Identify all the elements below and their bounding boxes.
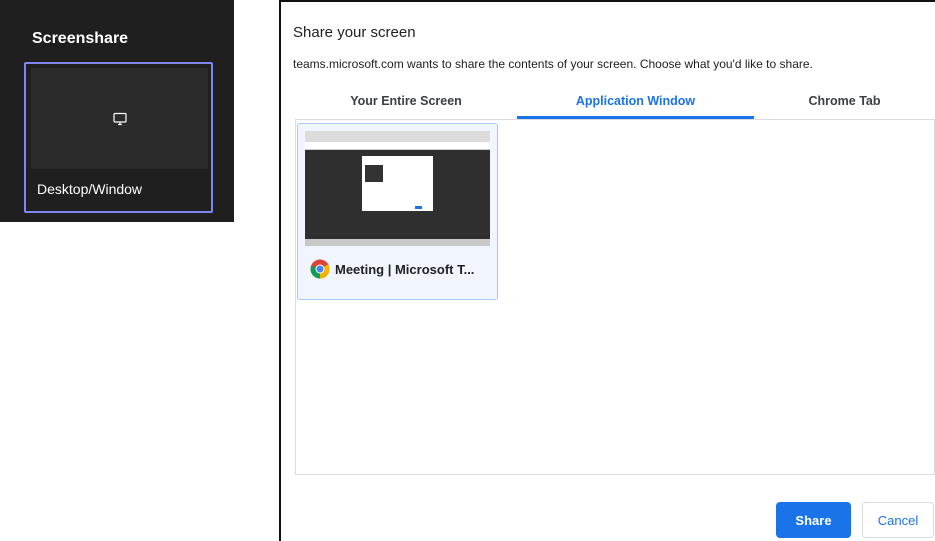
thumb-addressbar [305, 142, 490, 150]
dialog-title: Share your screen [293, 24, 416, 41]
dialog-subtitle: teams.microsoft.com wants to share the c… [293, 57, 813, 71]
desktop-window-tile[interactable]: Desktop/Window [24, 62, 213, 213]
share-screen-dialog: Share your screen teams.microsoft.com wa… [279, 0, 935, 541]
thumb-footer [305, 239, 490, 246]
chrome-icon [310, 259, 330, 279]
thumb-mini-preview [365, 165, 383, 182]
teams-screenshare-panel: Screenshare Desktop/Window [0, 0, 234, 222]
tile-label: Desktop/Window [37, 181, 143, 197]
thumb-tabstrip [305, 131, 490, 142]
window-label-row: Meeting | Microsoft T... [310, 259, 474, 279]
tab-chrome-tab[interactable]: Chrome Tab [754, 94, 935, 120]
window-thumbnail [305, 131, 490, 246]
screenshare-heading: Screenshare [32, 30, 129, 47]
tab-entire-screen[interactable]: Your Entire Screen [295, 94, 517, 120]
share-button[interactable]: Share [776, 502, 851, 538]
thumb-mini-button [415, 206, 422, 209]
monitor-icon [113, 112, 127, 126]
thumb-mini-dialog [362, 156, 433, 211]
cancel-button[interactable]: Cancel [862, 502, 934, 538]
window-label: Meeting | Microsoft T... [335, 261, 475, 277]
window-option-meeting[interactable]: Meeting | Microsoft T... [297, 123, 498, 300]
tile-preview [31, 68, 208, 169]
